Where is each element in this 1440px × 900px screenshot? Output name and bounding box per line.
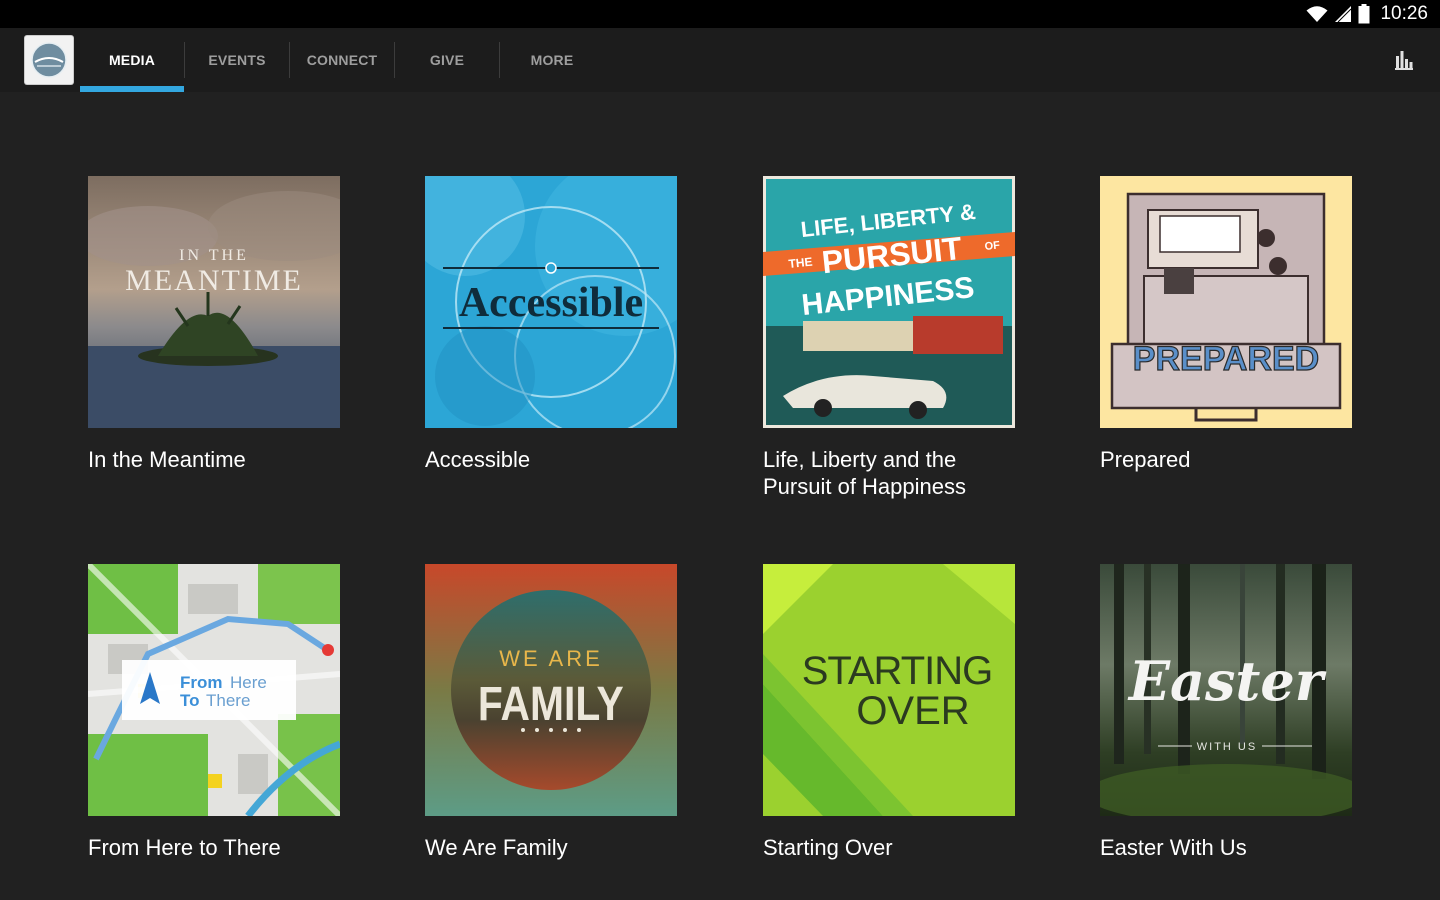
series-artwork: Easter WITH US: [1100, 564, 1352, 816]
media-card-easter-with-us[interactable]: Easter WITH US Easter With Us: [1100, 564, 1352, 861]
art-text: WITH US: [1197, 741, 1257, 753]
art-text: OVER: [856, 689, 969, 733]
series-title: Easter With Us: [1100, 835, 1247, 860]
media-card-starting-over[interactable]: STARTING OVER Starting Over: [763, 564, 1015, 861]
art-text: PREPARED: [1133, 340, 1319, 378]
art-text: There: [206, 691, 250, 710]
series-title: Life, Liberty and the Pursuit of Happine…: [763, 447, 966, 499]
art-text: STARTING: [802, 649, 993, 693]
bar-chart-icon[interactable]: [1394, 50, 1414, 70]
tab-media[interactable]: MEDIA: [80, 28, 184, 92]
series-artwork: Accessible: [425, 176, 677, 428]
series-artwork: From Here To There: [88, 564, 340, 816]
tab-events[interactable]: EVENTS: [185, 28, 289, 92]
cell-signal-icon: [1335, 6, 1352, 23]
series-title: We Are Family: [425, 835, 568, 860]
series-title: From Here to There: [88, 835, 281, 860]
series-artwork: WE ARE FAMILY: [425, 564, 677, 816]
wifi-icon: [1306, 6, 1328, 22]
art-text: Easter: [1127, 649, 1327, 713]
art-text: IN THE: [179, 247, 249, 264]
tab-label: MORE: [530, 52, 574, 68]
tab-label: MEDIA: [108, 52, 156, 68]
art-text: Accessible: [459, 280, 643, 326]
tab-connect[interactable]: CONNECT: [290, 28, 394, 92]
art-text: Here: [230, 673, 267, 692]
status-bar: 10:26: [0, 0, 1440, 28]
media-card-we-are-family[interactable]: WE ARE FAMILY We Are Family: [425, 564, 677, 861]
media-card-in-the-meantime[interactable]: IN THE MEANTIME In the Meantime: [88, 176, 340, 473]
church-logo-icon[interactable]: [25, 36, 73, 84]
series-artwork: LIFE, LIBERTY & THE PURSUIT OF HAPPINESS: [763, 176, 1015, 428]
series-artwork: PREPARED: [1100, 176, 1352, 428]
tab-give[interactable]: GIVE: [395, 28, 499, 92]
status-time: 10:26: [1380, 3, 1428, 24]
tab-bar: MEDIA EVENTS CONNECT GIVE MORE: [80, 28, 604, 92]
tab-label: GIVE: [429, 52, 465, 68]
app-bar: MEDIA EVENTS CONNECT GIVE MORE: [0, 28, 1440, 92]
tab-label: EVENTS: [208, 52, 266, 68]
series-title: Starting Over: [763, 835, 893, 860]
series-title: Accessible: [425, 447, 531, 472]
art-text: To: [180, 691, 200, 710]
series-title: In the Meantime: [88, 447, 246, 472]
art-text: FAMILY: [478, 678, 624, 731]
media-card-prepared[interactable]: PREPARED Prepared: [1100, 176, 1352, 473]
series-artwork: STARTING OVER: [763, 564, 1015, 816]
media-card-accessible[interactable]: Accessible Accessible: [425, 176, 677, 473]
art-text: MEANTIME: [125, 264, 303, 297]
art-text: WE ARE: [499, 646, 603, 671]
tab-label: CONNECT: [306, 52, 378, 68]
tab-more[interactable]: MORE: [500, 28, 604, 92]
series-artwork: IN THE MEANTIME: [88, 176, 340, 428]
media-card-life-liberty[interactable]: LIFE, LIBERTY & THE PURSUIT OF HAPPINESS…: [763, 176, 1015, 500]
art-text: THE: [788, 255, 813, 271]
series-title: Prepared: [1100, 447, 1191, 472]
battery-icon: [1358, 4, 1370, 24]
art-text: From: [180, 673, 223, 692]
art-text: OF: [984, 239, 1001, 253]
media-card-from-here-to-there[interactable]: From Here To There From Here to There: [88, 564, 340, 861]
